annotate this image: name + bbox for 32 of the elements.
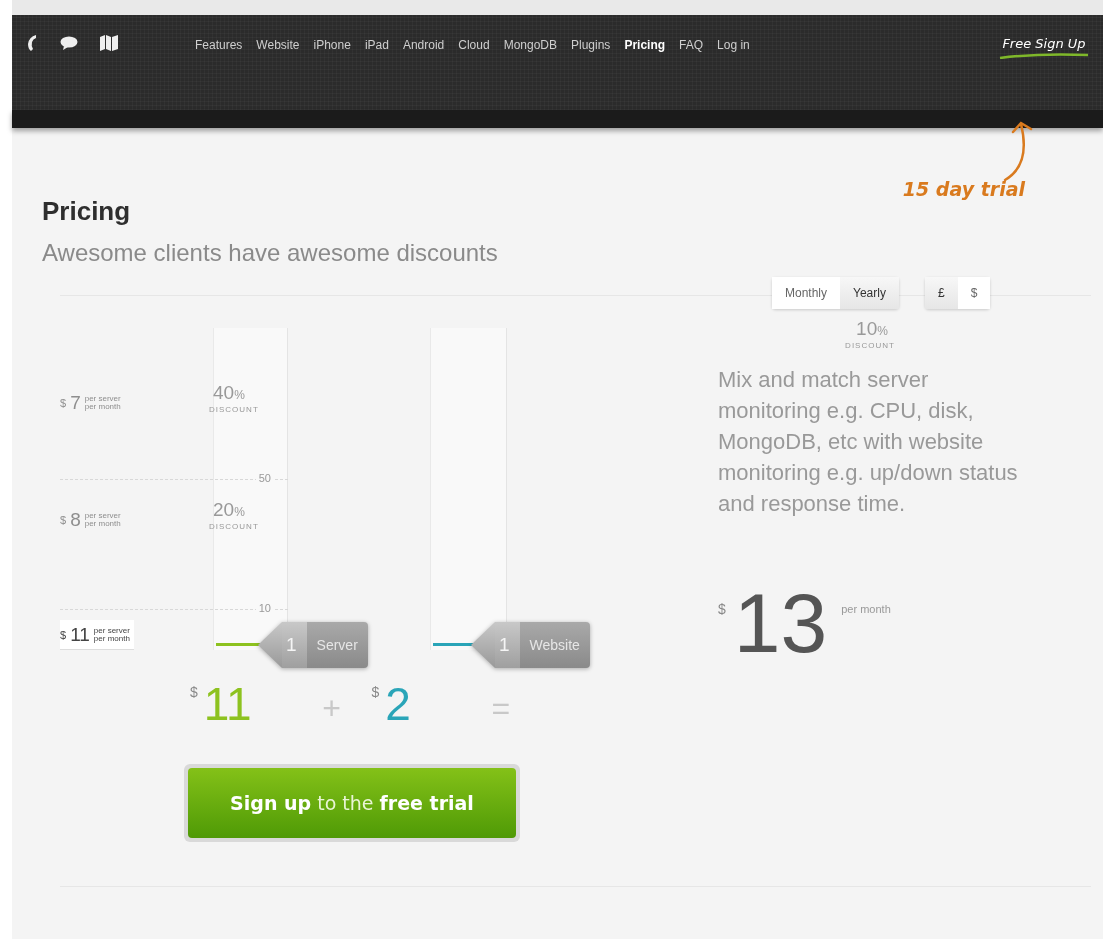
nav-link[interactable]: FAQ — [672, 34, 711, 56]
page-title: Pricing — [42, 196, 132, 227]
billing-toggle[interactable]: Monthly — [772, 277, 841, 309]
currency-toggle[interactable]: £ — [924, 277, 958, 309]
chat-bubble-icon[interactable] — [60, 35, 78, 51]
slider-count: 1 — [286, 634, 297, 656]
currency-toggle[interactable]: $ — [957, 277, 991, 309]
slider-count: 1 — [499, 634, 510, 656]
slider-label: Website — [529, 637, 580, 653]
operator-sign: = — [490, 689, 512, 728]
nav-link[interactable]: Pricing — [617, 34, 673, 56]
operator-sign: + — [321, 689, 342, 728]
map-icon[interactable] — [100, 35, 118, 51]
slider-label: Server — [316, 637, 358, 653]
page-subtitle: Awesome clients have awesome discounts — [42, 239, 499, 267]
description-text: Mix and match server monitoring e.g. CPU, disk, MongoDB, etc with website monitoring e.g. up/down status and response time. — [718, 366, 1019, 518]
nav-link[interactable]: Plugins — [564, 34, 618, 56]
nav-link[interactable]: Android — [395, 34, 452, 56]
subtotal-price: $11 — [190, 680, 252, 728]
nav-link[interactable]: iPad — [357, 34, 396, 56]
subtotal-price: $2 — [371, 680, 411, 728]
billing-toggle[interactable]: Yearly — [840, 277, 899, 309]
discount-label: 10% DISCOUNT — [844, 319, 896, 350]
nav-link[interactable]: Website — [249, 34, 307, 56]
trial-note: 15 day trial — [902, 178, 1025, 200]
nav-link[interactable]: MongoDB — [496, 34, 564, 56]
nav-link[interactable]: iPhone — [306, 34, 358, 56]
signup-link[interactable]: Free Sign Up — [1000, 34, 1088, 53]
nav-link[interactable]: Log in — [710, 34, 757, 56]
nav-link[interactable]: Features — [188, 34, 250, 56]
nav-link[interactable]: Cloud — [451, 34, 497, 56]
phone-icon[interactable] — [26, 34, 38, 52]
